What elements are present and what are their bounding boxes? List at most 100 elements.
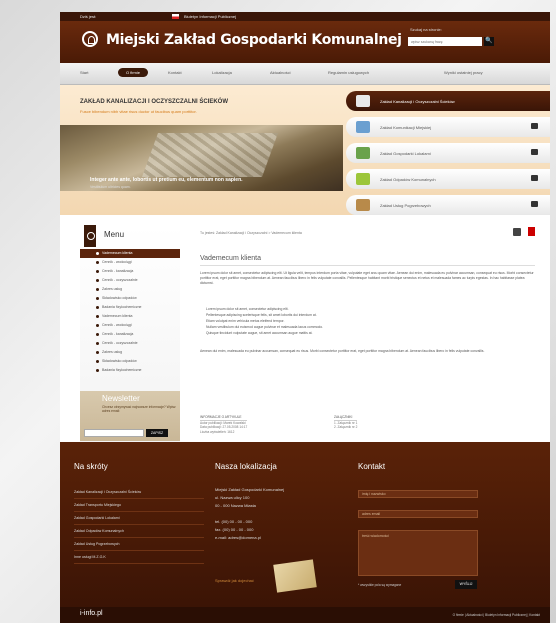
main-content: ZAKŁAD KANALIZACJI I OCZYSZCZALNI ŚCIEKÓ… bbox=[60, 85, 550, 443]
pdf-icon[interactable] bbox=[528, 227, 535, 236]
subscribe-button[interactable]: ZAPISZ bbox=[146, 429, 168, 437]
nav-kontakt[interactable]: Kontakt bbox=[168, 70, 182, 75]
menu-item[interactable]: Cennik - kanalizacja bbox=[80, 330, 180, 339]
attachments: ZAŁĄCZNIKI 1. Załącznik nr 1 2. Załączni… bbox=[334, 415, 358, 430]
print-icon[interactable] bbox=[512, 228, 521, 236]
info-row: Data publikacji: 27.05.2008 14:17 bbox=[200, 425, 248, 429]
nav-wyniki[interactable]: Wyniki ostatniej pracy bbox=[444, 70, 483, 75]
map-link[interactable]: Sprawdź jak dojechać bbox=[215, 578, 254, 583]
shortcut-link[interactable]: Zakład Usług Pogrzebowych bbox=[74, 538, 204, 551]
article-info: INFORMACJE O ARTYKULE Autor publikacji: … bbox=[200, 415, 248, 434]
shortcuts-title: Na skróty bbox=[74, 462, 108, 471]
building-icon bbox=[356, 147, 370, 159]
menu-title: Menu bbox=[104, 230, 125, 239]
newsletter-desc: Chcesz otrzymywać najnowsze informacje? … bbox=[102, 405, 176, 413]
menu-header: Menu bbox=[80, 225, 180, 247]
send-button[interactable]: WYŚLIJ bbox=[455, 580, 477, 589]
address-line: e-mail: adres@domena.pl bbox=[215, 535, 261, 540]
print-icon[interactable] bbox=[531, 175, 538, 181]
message-field[interactable]: treść wiadomości bbox=[358, 530, 478, 576]
menu-badge-icon bbox=[84, 225, 96, 247]
address-line: tel. (00) 00 - 00 - 000 bbox=[215, 519, 253, 524]
name-field[interactable]: imię i nazwisko bbox=[358, 490, 478, 498]
site-title[interactable]: Miejski Zakład Gospodarki Komunalnej bbox=[106, 32, 402, 48]
logo-icon[interactable] bbox=[82, 31, 98, 47]
nav-lokalizacja[interactable]: Lokalizacja bbox=[212, 70, 232, 75]
menu-item[interactable]: Vademecum klienta bbox=[80, 312, 180, 321]
newsletter-title: Newsletter bbox=[102, 394, 140, 403]
list-line: Quisque tincidunt vulputate augue, sit a… bbox=[206, 331, 313, 335]
date-label: Dziś jest: bbox=[80, 14, 97, 19]
nav-o-firmie[interactable]: O firmie bbox=[118, 68, 148, 77]
breadcrumb[interactable]: Tu jesteś: Zakład Kanalizacji i Oczyszcz… bbox=[200, 231, 302, 235]
trash-bin-icon bbox=[356, 173, 370, 185]
top-strip: Dziś jest: Biuletyn Informacji Publiczne… bbox=[60, 12, 550, 21]
tab-label: Zakład Komunikacji Miejskiej bbox=[380, 125, 432, 130]
flag-icon bbox=[172, 14, 179, 19]
article: Tu jesteś: Zakład Kanalizacji i Oczyszcz… bbox=[200, 225, 535, 435]
menu-item[interactable]: Cennik - kanalizacja bbox=[80, 267, 180, 276]
footer-links[interactable]: O firmie | Aktualności | Biuletyn Inform… bbox=[453, 613, 540, 617]
menu-item[interactable]: Zakres usług bbox=[80, 285, 180, 294]
slide-caption-sub: Vestibulum ultricies quam. bbox=[90, 185, 131, 189]
shortcut-link[interactable]: Zakład Odpadów Komunalnych bbox=[74, 525, 204, 538]
menu-item[interactable]: Badania fizykochemiczne bbox=[80, 303, 180, 312]
tab-komunikacja[interactable]: Zakład Komunikacji Miejskiej bbox=[346, 117, 550, 137]
cross-icon bbox=[356, 199, 370, 211]
shortcut-link[interactable]: Zakład Transportu Miejskiego bbox=[74, 499, 204, 512]
shortcut-link[interactable]: Zakład Gospodarki Lokalami bbox=[74, 512, 204, 525]
pipe-icon bbox=[356, 95, 370, 107]
footer-logo[interactable]: i-info.pl bbox=[80, 610, 103, 617]
article-tools bbox=[507, 227, 535, 237]
menu-item[interactable]: Cennik - oczyszczalnie bbox=[80, 276, 180, 285]
print-icon[interactable] bbox=[531, 149, 538, 155]
menu-item[interactable]: Zakres usług bbox=[80, 348, 180, 357]
tab-odpady[interactable]: Zakład Odpadów Komunalnych bbox=[346, 169, 550, 189]
email-field[interactable]: adres email bbox=[358, 510, 478, 518]
tab-kanalizacja[interactable]: Zakład Kanalizacji i Oczyszczalni Ściekó… bbox=[346, 91, 550, 111]
header: Miejski Zakład Gospodarki Komunalnej Szu… bbox=[60, 21, 550, 63]
search-button[interactable]: 🔍 bbox=[484, 37, 494, 46]
nav-regulamin[interactable]: Regulamin usługowych bbox=[328, 70, 369, 75]
main-nav: Start O firmie Kontakt Lokalizacja Aktua… bbox=[60, 63, 550, 85]
menu-item[interactable]: Cennik - wodociągi bbox=[80, 321, 180, 330]
print-icon[interactable] bbox=[531, 201, 538, 207]
footer: Na skróty Zakład Kanalizacji i Oczyszcza… bbox=[60, 442, 550, 607]
list-line: Pellentesque adipiscing scelerisque feli… bbox=[206, 313, 317, 317]
print-icon[interactable] bbox=[531, 123, 538, 129]
shortcut-link[interactable]: Inne usługi M.Z.G.K bbox=[74, 551, 204, 564]
address-line bbox=[215, 510, 284, 518]
menu-item[interactable]: Badania fizykochemiczne bbox=[80, 366, 180, 375]
slide-title: ZAKŁAD KANALIZACJI I OCZYSZCZALNI ŚCIEKÓ… bbox=[80, 99, 228, 105]
search-label: Szukaj na stronie: bbox=[410, 27, 442, 32]
address-line: 00 - 000 Nazwa Miasta bbox=[215, 503, 256, 508]
newsletter-email-input[interactable] bbox=[84, 429, 144, 437]
attachment-link[interactable]: 2. Załącznik nr 2 bbox=[334, 425, 357, 430]
info-row: Liczba wyświetleń: 1612 bbox=[200, 429, 235, 434]
tab-pogrzebowe[interactable]: Zakład Usług Pogrzebowych bbox=[346, 195, 550, 215]
paragraph: Lorem ipsum dolor sit amet, consectetur … bbox=[200, 271, 534, 285]
menu-item[interactable]: Cennik - oczyszczalnie bbox=[80, 339, 180, 348]
tab-lokale[interactable]: Zakład Gospodarki Lokalami bbox=[346, 143, 550, 163]
tab-label: Zakład Usług Pogrzebowych bbox=[380, 203, 431, 208]
contact-title: Kontakt bbox=[358, 462, 386, 471]
list-line: Lorem ipsum dolor sit amet, consectetur … bbox=[206, 307, 289, 311]
bip-link[interactable]: Biuletyn Informacji Publicznej bbox=[184, 14, 236, 19]
divider bbox=[200, 265, 535, 266]
search-input[interactable] bbox=[408, 37, 482, 46]
newsletter-box: Newsletter Chcesz otrzymywać najnowsze i… bbox=[80, 391, 180, 441]
address-line: fax. (00) 00 - 00 - 000 bbox=[215, 527, 254, 532]
location-title: Nasza lokalizacja bbox=[215, 462, 277, 471]
menu-item[interactable]: Cennik - wodociągi bbox=[80, 258, 180, 267]
shortcut-link[interactable]: Zakład Kanalizacji i Oczyszczalni Ściekó… bbox=[74, 486, 204, 499]
nav-start[interactable]: Start bbox=[80, 70, 88, 75]
bottom-bar: i-info.pl O firmie | Aktualności | Biule… bbox=[60, 607, 550, 623]
slide-caption: Integer ante ante, lobortis ut pretium e… bbox=[90, 177, 243, 183]
menu-item[interactable]: Składowisko odpadów bbox=[80, 294, 180, 303]
menu-item[interactable]: Vademecum klienta bbox=[80, 249, 180, 258]
paragraph: Aenean dui enim, malesuada eu pulvinar a… bbox=[200, 349, 485, 353]
address-line: Miejski Zakład Gospodarki Komunalnej bbox=[215, 487, 285, 492]
nav-aktualnosci[interactable]: Aktualności bbox=[270, 70, 290, 75]
map-icon[interactable] bbox=[273, 559, 317, 593]
menu-item[interactable]: Składowisko odpadów bbox=[80, 357, 180, 366]
